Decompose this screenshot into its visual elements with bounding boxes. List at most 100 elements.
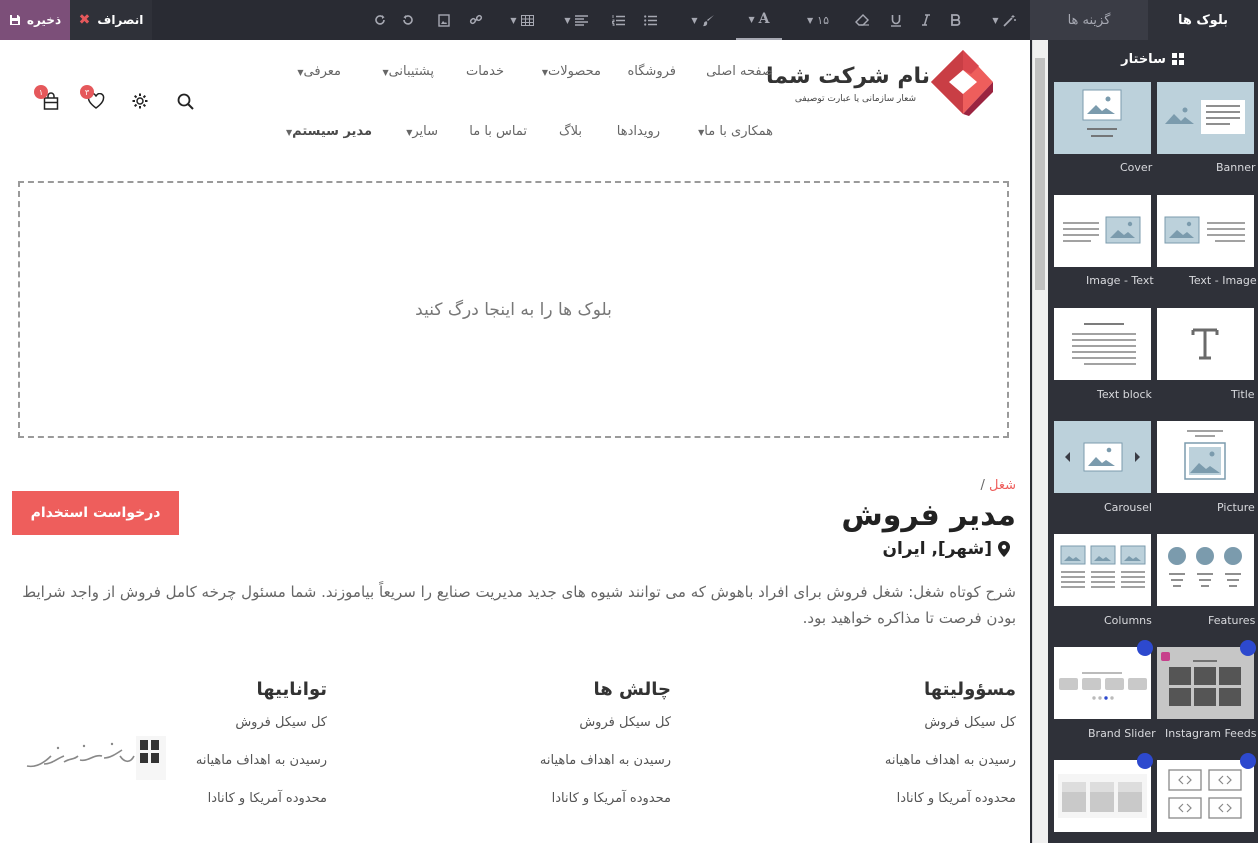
- snippet-text-image[interactable]: [1157, 195, 1254, 267]
- snippet-tabs-grid[interactable]: [1157, 760, 1254, 832]
- floppy-disk-icon: [9, 15, 20, 25]
- nav-careers[interactable]: همکاری با ما▼: [694, 124, 773, 139]
- magic-dropdown[interactable]: ▼: [984, 0, 1024, 40]
- table-icon: [520, 14, 534, 26]
- snippet-label: Columns: [1104, 614, 1152, 627]
- chevron-down-icon: ▼: [691, 15, 698, 25]
- chevron-down-icon: ▼: [564, 15, 571, 25]
- new-badge: [1137, 753, 1153, 769]
- list-item: رسیدن به اهداف ماهیانه: [884, 753, 1016, 768]
- save-label: ذخیره: [26, 13, 62, 27]
- redo-button[interactable]: [368, 0, 392, 40]
- column-heading: چالش ها: [593, 679, 671, 700]
- company-name: نام شرکت شما: [765, 64, 930, 89]
- chevron-down-icon: ▼: [510, 15, 517, 25]
- align-icon: [574, 14, 588, 26]
- editor-toolbar: ذخیره ✖ انصراف ▼ ▼ ▼ ▼ A ▼ ۱۵ ▼: [0, 0, 1030, 40]
- nav-products[interactable]: محصولات▼: [538, 64, 601, 79]
- snippet-features[interactable]: [1157, 534, 1254, 606]
- nav-admin[interactable]: مدیر سیستم▼: [282, 124, 372, 139]
- nav-contact[interactable]: تماس با ما: [469, 124, 527, 139]
- bold-button[interactable]: [944, 0, 968, 40]
- nav-support[interactable]: پشتیبانی▼: [378, 64, 434, 79]
- drop-zone[interactable]: بلوک ها را به اینجا درگ کنید: [18, 181, 1009, 438]
- list-item: کل سیکل فروش: [924, 715, 1016, 730]
- nav-about[interactable]: معرفی▼: [293, 64, 341, 79]
- snippet-banner[interactable]: [1157, 82, 1254, 154]
- nav-other[interactable]: سایر▼: [402, 124, 438, 139]
- list-item: محدوده آمریکا و کانادا: [207, 791, 327, 806]
- ordered-list-button[interactable]: [606, 0, 630, 40]
- snippet-picture[interactable]: [1157, 421, 1254, 493]
- eraser-button[interactable]: [850, 0, 874, 40]
- snippet-columns[interactable]: [1054, 534, 1151, 606]
- apply-job-button[interactable]: درخواست استخدام: [12, 491, 179, 535]
- undo-button[interactable]: [396, 0, 420, 40]
- table-dropdown[interactable]: ▼: [504, 0, 540, 40]
- section-heading: ساختار: [1047, 46, 1258, 72]
- column-heading: تواناییها: [256, 679, 327, 700]
- font-size-dropdown[interactable]: ▼ ۱۵: [800, 0, 836, 40]
- font-size-value: ۱۵: [817, 13, 829, 27]
- image-text-thumbnail: [1063, 216, 1141, 244]
- snippet-title[interactable]: [1157, 308, 1254, 380]
- snippet-text-block[interactable]: [1054, 308, 1151, 380]
- italic-button[interactable]: [914, 0, 938, 40]
- company-tagline: شعار سازمانی یا عبارت توصیفی: [794, 94, 916, 104]
- link-button[interactable]: [464, 0, 488, 40]
- cancel-button[interactable]: ✖ انصراف: [70, 0, 152, 40]
- bullet-list-button[interactable]: [638, 0, 662, 40]
- snippet-instagram-feeds[interactable]: [1157, 647, 1254, 719]
- snippet-label: Image - Text: [1086, 274, 1154, 287]
- section-title: ساختار: [1121, 51, 1166, 67]
- list-item: رسیدن به اهداف ماهیانه: [539, 753, 671, 768]
- breadcrumb-link[interactable]: شغل: [989, 478, 1016, 493]
- instagram-thumbnail: [1161, 652, 1241, 706]
- tab-blocks[interactable]: بلوک ها: [1148, 0, 1258, 40]
- list-item: محدوده آمریکا و کانادا: [896, 791, 1016, 806]
- drop-zone-text: بلوک ها را به اینجا درگ کنید: [415, 299, 612, 320]
- features-thumbnail: [1168, 547, 1242, 587]
- nav-home[interactable]: صفحه اصلی: [706, 64, 773, 79]
- snippet-carousel[interactable]: [1054, 421, 1151, 493]
- snippet-label: Carousel: [1104, 501, 1152, 514]
- nav-support-label: پشتیبانی: [388, 64, 434, 79]
- nav-events[interactable]: رویدادها: [617, 124, 660, 139]
- gear-icon: [132, 93, 148, 109]
- list-item: کل سیکل فروش: [235, 715, 327, 730]
- snippet-cover[interactable]: [1054, 82, 1151, 154]
- settings-button[interactable]: [129, 90, 151, 112]
- snippet-brand-slider[interactable]: [1054, 647, 1151, 719]
- align-dropdown[interactable]: ▼: [558, 0, 594, 40]
- chevron-down-icon: ▼: [992, 15, 999, 25]
- color-dropdown[interactable]: ▼: [684, 0, 722, 40]
- snippet-image-text[interactable]: [1054, 195, 1151, 267]
- font-icon: A: [758, 11, 770, 27]
- magic-wand-icon: [1002, 14, 1016, 27]
- scrollbar-thumb[interactable]: [1035, 58, 1045, 290]
- nav-blog[interactable]: بلاگ: [559, 124, 582, 139]
- tab-options[interactable]: گزینه ها: [1030, 0, 1148, 40]
- snippet-label: Instagram Feeds: [1165, 727, 1257, 740]
- job-location: [شهر], ایران: [882, 539, 1010, 559]
- snippet-label: Cover: [1120, 161, 1153, 174]
- nav-shop[interactable]: فروشگاه: [627, 64, 676, 79]
- cancel-label: انصراف: [97, 13, 144, 27]
- close-icon: ✖: [78, 12, 91, 28]
- new-badge: [1240, 753, 1256, 769]
- font-dropdown[interactable]: ▼ A: [736, 0, 782, 40]
- underline-icon: [891, 14, 901, 27]
- redo-icon: [375, 15, 385, 25]
- nav-services[interactable]: خدمات: [466, 64, 504, 79]
- nav-products-label: محصولات: [548, 64, 601, 79]
- search-button[interactable]: [174, 90, 196, 112]
- snippet-cards[interactable]: [1054, 760, 1151, 832]
- wishlist-count-badge: ۳: [80, 85, 94, 99]
- bullet-list-icon: [643, 14, 657, 26]
- save-button[interactable]: ذخیره: [0, 0, 70, 40]
- underline-button[interactable]: [884, 0, 908, 40]
- grid-icon: [1171, 53, 1184, 65]
- search-icon: [177, 93, 194, 110]
- image-button[interactable]: [432, 0, 456, 40]
- columns-thumbnail: [1060, 545, 1146, 588]
